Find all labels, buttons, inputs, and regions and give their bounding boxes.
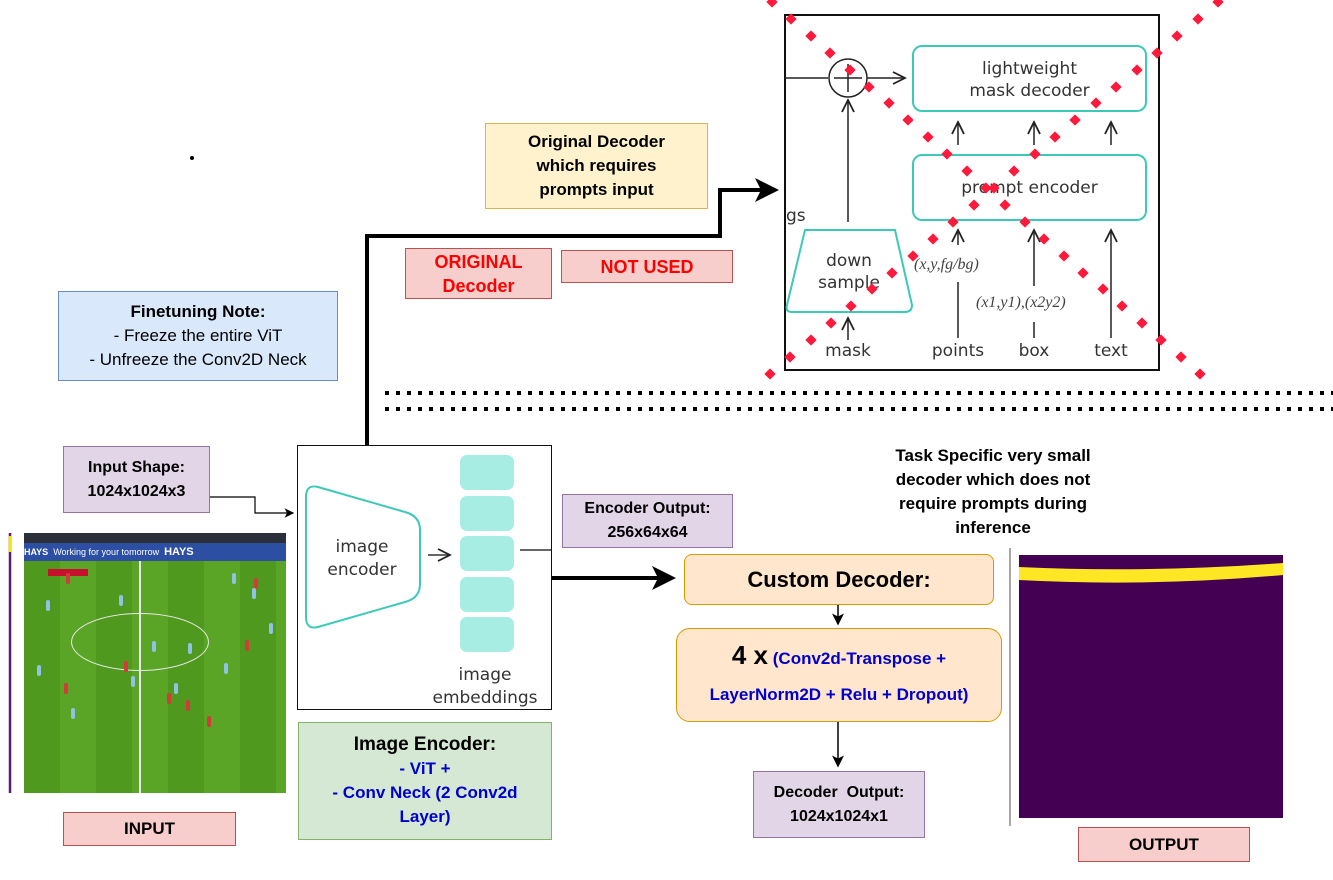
note-line: - Conv Neck (2 Conv2d — [332, 783, 518, 802]
player — [152, 641, 156, 652]
player — [232, 573, 236, 584]
player — [119, 595, 123, 606]
note-title: Finetuning Note: — [130, 302, 266, 321]
player — [174, 683, 178, 694]
player — [71, 708, 75, 719]
points-format: (x,y,fg/bg) — [914, 256, 979, 273]
input-shape-value: 1024x1024x3 — [87, 482, 186, 500]
decoder-output-value: 1024x1024x1 — [790, 807, 888, 825]
task-specific-note: Task Specific very small decoder which d… — [858, 444, 1128, 540]
prompt-encoder-label: prompt encoder — [961, 178, 1098, 198]
repeat-count: 4 x — [731, 640, 769, 670]
note-line: which requires — [536, 156, 657, 175]
note-line: - ViT + — [399, 759, 451, 778]
player — [252, 588, 256, 599]
banner-slogan: Working for your tomorrow — [53, 547, 160, 557]
input-shape-box: Input Shape: 1024x1024x3 — [63, 446, 210, 513]
input-text: text — [1094, 341, 1128, 361]
layers-line-1: (Conv2d-Transpose + — [772, 649, 947, 668]
image-encoder-label: image encoder — [306, 536, 418, 582]
player — [64, 683, 68, 694]
player — [207, 716, 211, 727]
finetuning-note: Finetuning Note: - Freeze the entire ViT… — [58, 291, 338, 381]
image-encoder-note: Image Encoder: - ViT + - Conv Neck (2 Co… — [298, 722, 552, 840]
embedding-cell — [460, 496, 514, 531]
output-label-text: OUTPUT — [1129, 834, 1199, 854]
embedding-cell — [460, 536, 514, 571]
note-line: decoder which does not — [895, 470, 1091, 489]
input-label-text: INPUT — [124, 819, 175, 838]
player — [46, 600, 50, 611]
label-line: mask decoder — [969, 81, 1090, 101]
player — [186, 700, 190, 711]
to-original-decoder-arrow — [365, 178, 779, 445]
label-line: ORIGINAL — [434, 251, 523, 272]
player — [224, 663, 228, 674]
encoder-output-title: Encoder Output: — [584, 500, 711, 517]
decoder-output-title: Decoder Output: — [773, 783, 905, 801]
lightweight-mask-decoder-label: lightweight mask decoder — [912, 58, 1147, 102]
label-line: encoder — [327, 560, 397, 580]
banner-brand: HAYS — [24, 547, 49, 557]
player — [245, 640, 249, 651]
note-line: - Freeze the entire ViT — [113, 326, 283, 345]
note-line: prompts input — [539, 180, 654, 199]
note-line: Task Specific very small — [895, 446, 1091, 465]
embeddings-fragment: gs — [786, 206, 806, 226]
player — [37, 665, 41, 676]
note-line: Original Decoder — [528, 132, 665, 151]
input-image: HAYS Working for your tomorrow HAYS — [24, 533, 286, 793]
note-title: Image Encoder: — [353, 734, 497, 755]
note-line: inference — [955, 518, 1031, 537]
custom-decoder-title: Custom Decoder: — [747, 566, 931, 592]
output-mask-image — [1019, 555, 1283, 818]
not-used-text: NOT USED — [600, 256, 694, 277]
label-line: image — [335, 537, 389, 557]
label-line: image — [458, 665, 512, 685]
ad-banner: HAYS Working for your tomorrow HAYS — [24, 543, 286, 561]
input-shape-title: Input Shape: — [88, 458, 185, 476]
note-line: require prompts during — [899, 494, 1087, 513]
output-label: OUTPUT — [1078, 827, 1250, 862]
diagram: Original Decoder which requires prompts … — [0, 0, 1333, 880]
player — [188, 643, 192, 654]
original-decoder-note: Original Decoder which requires prompts … — [485, 123, 708, 209]
original-decoder-label: ORIGINAL Decoder — [405, 248, 552, 299]
input-points: points — [931, 341, 985, 361]
decoder-layers-box: 4 x (Conv2d-Transpose + LayerNorm2D + Re… — [676, 628, 1002, 722]
player — [131, 676, 135, 687]
box-format: (x1,y1),(x2y2) — [976, 294, 1066, 311]
decoder-output-box: Decoder Output: 1024x1024x1 — [753, 771, 925, 838]
embedding-cell — [460, 617, 514, 652]
image-embeddings-label: image embeddings — [420, 664, 550, 710]
input-mask: mask — [825, 341, 871, 361]
player — [269, 623, 273, 634]
input-box: box — [1018, 341, 1050, 361]
embedding-cell — [460, 577, 514, 612]
player — [167, 693, 171, 704]
input-arrow — [210, 496, 295, 518]
stray-dot — [190, 156, 194, 160]
layers-line-2: LayerNorm2D + Relu + Dropout) — [709, 685, 969, 704]
encoder-output-value: 256x64x64 — [607, 524, 688, 541]
label-line: lightweight — [982, 59, 1077, 79]
embedding-cell — [460, 455, 514, 490]
label-line: Decoder — [442, 275, 515, 296]
player — [66, 573, 70, 584]
input-label: INPUT — [63, 812, 236, 846]
note-line: - Unfreeze the Conv2D Neck — [89, 350, 307, 369]
label-line: embeddings — [432, 688, 538, 708]
not-used-label: NOT USED — [561, 250, 733, 283]
player — [124, 661, 128, 672]
custom-decoder-box: Custom Decoder: — [684, 554, 994, 605]
note-line: Layer) — [399, 807, 451, 826]
encoder-output-box: Encoder Output: 256x64x64 — [562, 494, 733, 548]
